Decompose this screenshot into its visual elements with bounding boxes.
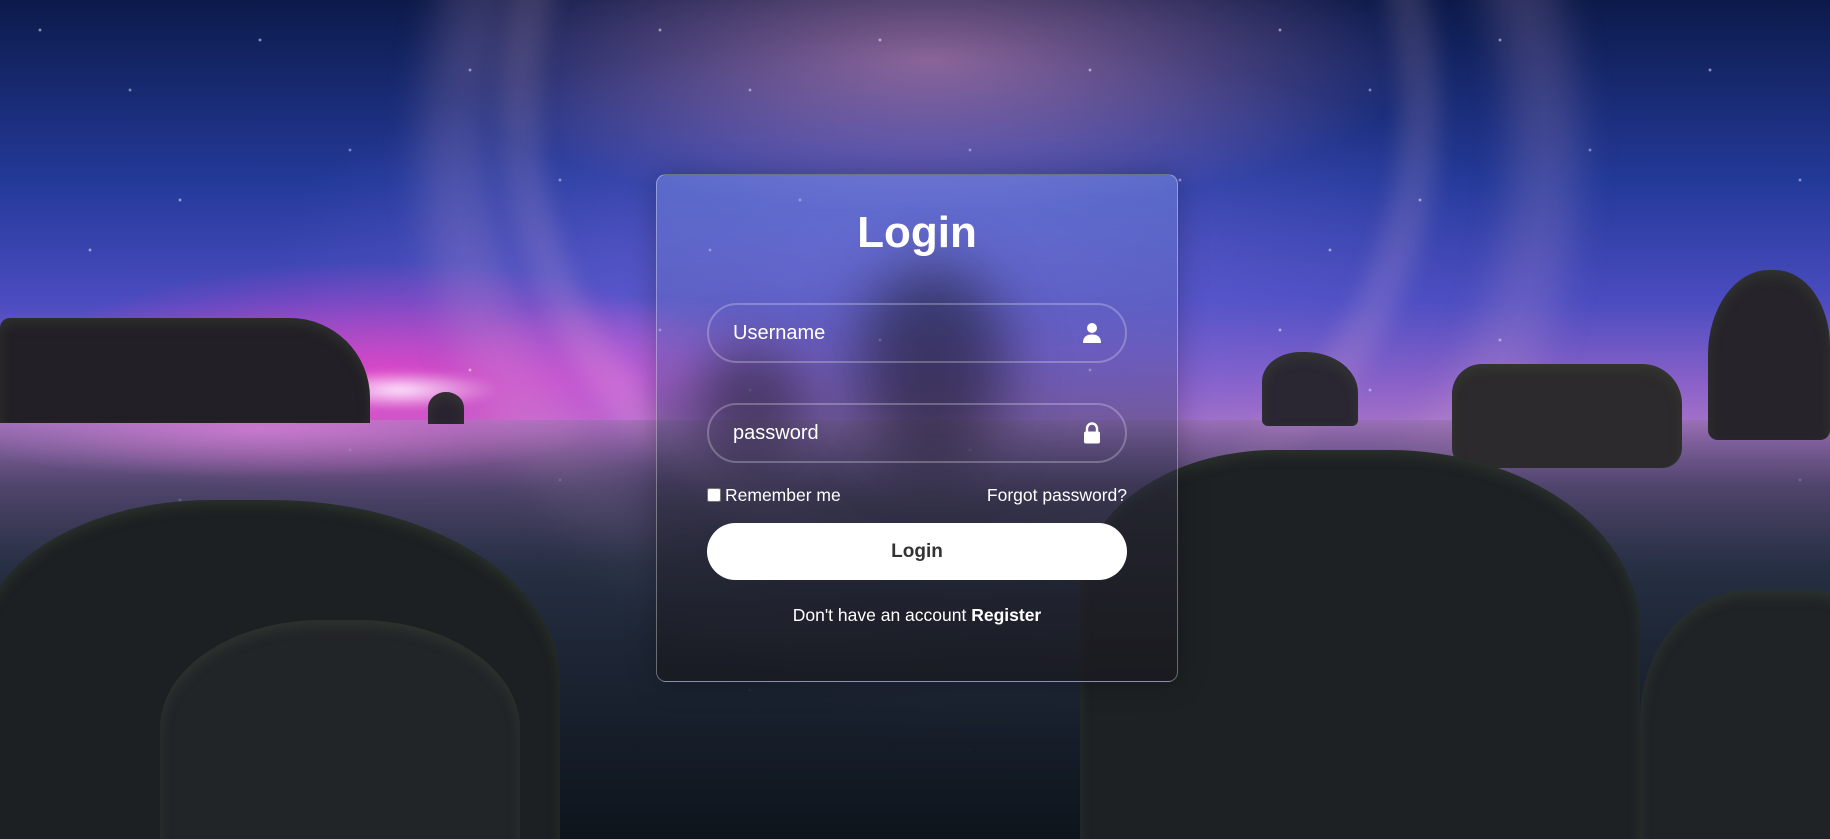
login-card: Login Remember me Forgot password? Login… bbox=[656, 174, 1178, 682]
login-title: Login bbox=[857, 208, 977, 257]
password-input[interactable] bbox=[709, 405, 1125, 461]
username-input[interactable] bbox=[709, 305, 1125, 361]
remember-me-checkbox[interactable] bbox=[707, 488, 721, 502]
user-icon bbox=[1081, 322, 1103, 344]
left-cliff bbox=[0, 318, 370, 423]
large-rock-right bbox=[1452, 364, 1682, 468]
login-options-row: Remember me Forgot password? bbox=[707, 483, 1127, 507]
remember-me-label: Remember me bbox=[725, 484, 841, 505]
pillar-rock-right bbox=[1708, 270, 1830, 440]
username-field[interactable] bbox=[707, 303, 1127, 363]
login-button[interactable]: Login bbox=[707, 523, 1127, 580]
register-prompt: Don't have an account Register bbox=[657, 605, 1177, 626]
forgot-password-link[interactable]: Forgot password? bbox=[987, 485, 1127, 506]
lock-icon bbox=[1081, 422, 1103, 444]
password-field[interactable] bbox=[707, 403, 1127, 463]
remember-me[interactable]: Remember me bbox=[707, 485, 841, 506]
register-prompt-text: Don't have an account bbox=[792, 605, 967, 625]
sea-stack-left bbox=[428, 392, 464, 424]
foreground-rocks-left-low bbox=[160, 620, 520, 839]
register-link[interactable]: Register bbox=[971, 605, 1041, 625]
